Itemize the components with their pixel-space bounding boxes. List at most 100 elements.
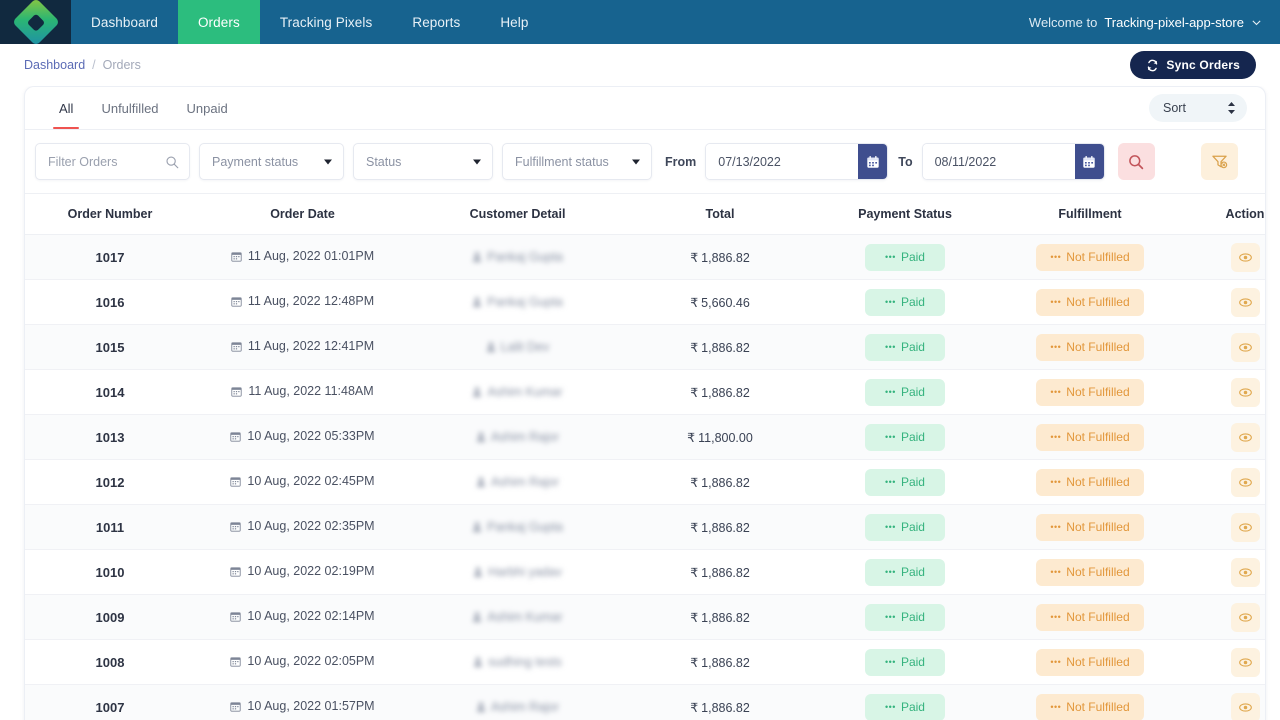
cell-payment-status: ••• Paid [815, 369, 995, 415]
table-row[interactable]: 1015 11 Aug, 2022 12:41PM Lalit Dev ₹1,886.… [25, 324, 1265, 370]
store-switcher[interactable]: Welcome to Tracking-pixel-app-store [1029, 0, 1280, 44]
column-header-total: Total [625, 193, 815, 235]
cell-fulfillment: ••• Not Fulfilled [995, 459, 1185, 505]
person-icon [474, 567, 483, 577]
table-row[interactable]: 1016 11 Aug, 2022 12:48PM Pankaj Gupta ₹5,6… [25, 279, 1265, 325]
view-order-button[interactable] [1230, 692, 1260, 720]
person-icon [477, 702, 485, 712]
cell-order-number: 1015 [25, 324, 195, 370]
tab-unfulfilled[interactable]: Unfulfilled [87, 87, 172, 129]
status-badge-paid: ••• Paid [865, 288, 945, 316]
table-row[interactable]: 1014 11 Aug, 2022 11:48AM Ashim Kumar ₹1,88… [25, 369, 1265, 415]
table-row[interactable]: 1012 10 Aug, 2022 02:45PM Ashim Rajor ₹1,88… [25, 459, 1265, 505]
search-icon [1129, 154, 1144, 169]
sync-orders-button[interactable]: Sync Orders [1130, 51, 1256, 79]
cell-customer: Pankaj Gupta [410, 234, 625, 280]
person-icon [473, 387, 482, 397]
cell-payment-status: ••• Paid [815, 549, 995, 595]
cell-total: ₹1,886.82 [625, 594, 815, 640]
cell-order-number: 1014 [25, 369, 195, 415]
search-input[interactable] [48, 154, 165, 169]
cell-total: ₹1,886.82 [625, 549, 815, 595]
filter-remove-icon [1211, 155, 1227, 169]
nav-items: Dashboard Orders Tracking Pixels Reports… [71, 0, 549, 44]
from-calendar-button[interactable] [858, 144, 888, 179]
table-row[interactable]: 1013 10 Aug, 2022 05:33PM Ashim Rajor ₹11,8… [25, 414, 1265, 460]
search-submit-button[interactable] [1117, 143, 1155, 180]
clear-filters-button[interactable] [1200, 143, 1238, 180]
table-row[interactable]: 1010 10 Aug, 2022 02:19PM Harbhi yadav ₹1,8… [25, 549, 1265, 595]
calendar-icon [1083, 155, 1095, 168]
status-badge-paid: ••• Paid [865, 648, 945, 676]
breadcrumb-dashboard-link[interactable]: Dashboard [24, 58, 85, 72]
from-date-group [705, 143, 889, 180]
tab-all[interactable]: All [45, 87, 87, 129]
eye-icon [1238, 702, 1252, 712]
payment-status-select[interactable]: Payment status [200, 144, 343, 179]
nav-item-tracking-pixels[interactable]: Tracking Pixels [260, 0, 393, 44]
nav-item-label: Orders [197, 14, 240, 30]
status-badge-fulfillment: ••• Not Fulfilled [1036, 243, 1144, 271]
cell-order-number: 1013 [25, 414, 195, 460]
view-order-button[interactable] [1230, 332, 1260, 362]
cell-order-date: 11 Aug, 2022 12:41PM [195, 324, 410, 370]
view-order-button[interactable] [1230, 602, 1260, 632]
to-date-input[interactable] [922, 144, 1075, 179]
cell-action [1185, 369, 1265, 415]
sort-select[interactable]: Sort [1149, 94, 1247, 122]
breadcrumb-separator: / [92, 58, 96, 72]
from-label: From [665, 154, 697, 169]
eye-icon [1238, 387, 1252, 397]
nav-item-dashboard[interactable]: Dashboard [71, 0, 178, 44]
table-row[interactable]: 1009 10 Aug, 2022 02:14PM Ashim Kumar ₹1,88… [25, 594, 1265, 640]
calendar-icon [230, 612, 242, 622]
orders-card: All Unfulfilled Unpaid Sort Filter Order… [24, 86, 1266, 720]
cell-action [1185, 504, 1265, 550]
status-select[interactable]: Status [354, 144, 492, 179]
to-calendar-button[interactable] [1074, 144, 1104, 179]
nav-item-help[interactable]: Help [480, 0, 548, 44]
status-badge-paid: ••• Paid [865, 333, 945, 361]
tab-unpaid[interactable]: Unpaid [173, 87, 242, 129]
table-row[interactable]: 1007 10 Aug, 2022 01:57PM Ashim Rajor ₹1,88… [25, 684, 1265, 720]
cell-order-date: 10 Aug, 2022 02:19PM [195, 549, 410, 595]
person-icon [477, 432, 485, 442]
cell-order-date: 11 Aug, 2022 01:01PM [195, 234, 410, 280]
status-badge-fulfillment: ••• Not Fulfilled [1036, 468, 1144, 496]
status-badge-fulfillment: ••• Not Fulfilled [1036, 378, 1144, 406]
cell-customer: Ashim Kumar [410, 594, 625, 640]
cell-action [1185, 234, 1265, 280]
table-row[interactable]: 1011 10 Aug, 2022 02:35PM Pankaj Gupta ₹1,8… [25, 504, 1265, 550]
person-icon [473, 522, 481, 532]
nav-item-reports[interactable]: Reports [392, 0, 480, 44]
view-order-button[interactable] [1230, 287, 1260, 317]
view-order-button[interactable] [1230, 242, 1260, 272]
cell-fulfillment: ••• Not Fulfilled [995, 279, 1185, 325]
view-order-button[interactable] [1230, 467, 1260, 497]
eye-icon [1238, 612, 1252, 622]
calendar-icon [231, 387, 242, 397]
fulfillment-status-select[interactable]: Fulfillment status [503, 144, 651, 179]
nav-item-label: Tracking Pixels [279, 14, 373, 30]
status-badge-fulfillment: ••• Not Fulfilled [1036, 693, 1144, 720]
cell-customer: sudhing tests [410, 639, 625, 685]
table-row[interactable]: 1017 11 Aug, 2022 01:01PM Pankaj Gupta ₹1,8… [25, 234, 1265, 280]
column-header-customer-detail: Customer Detail [410, 193, 625, 235]
cell-customer: Ashim Rajor [410, 459, 625, 505]
status-badge-fulfillment: ••• Not Fulfilled [1036, 288, 1144, 316]
calendar-icon [231, 297, 242, 307]
view-order-button[interactable] [1230, 422, 1260, 452]
tab-label: Unpaid [186, 100, 228, 116]
cell-customer: Ashim Kumar [410, 369, 625, 415]
nav-item-orders[interactable]: Orders [177, 0, 260, 44]
cell-payment-status: ••• Paid [815, 684, 995, 720]
view-order-button[interactable] [1230, 557, 1260, 587]
from-date-input[interactable] [706, 144, 859, 179]
column-header-fulfillment: Fulfillment [995, 193, 1185, 235]
view-order-button[interactable] [1230, 512, 1260, 542]
view-order-button[interactable] [1230, 647, 1260, 677]
app-logo[interactable] [0, 0, 71, 47]
view-order-button[interactable] [1230, 377, 1260, 407]
table-row[interactable]: 1008 10 Aug, 2022 02:05PM sudhing tests ₹1,… [25, 639, 1265, 685]
refresh-icon [1148, 59, 1158, 71]
